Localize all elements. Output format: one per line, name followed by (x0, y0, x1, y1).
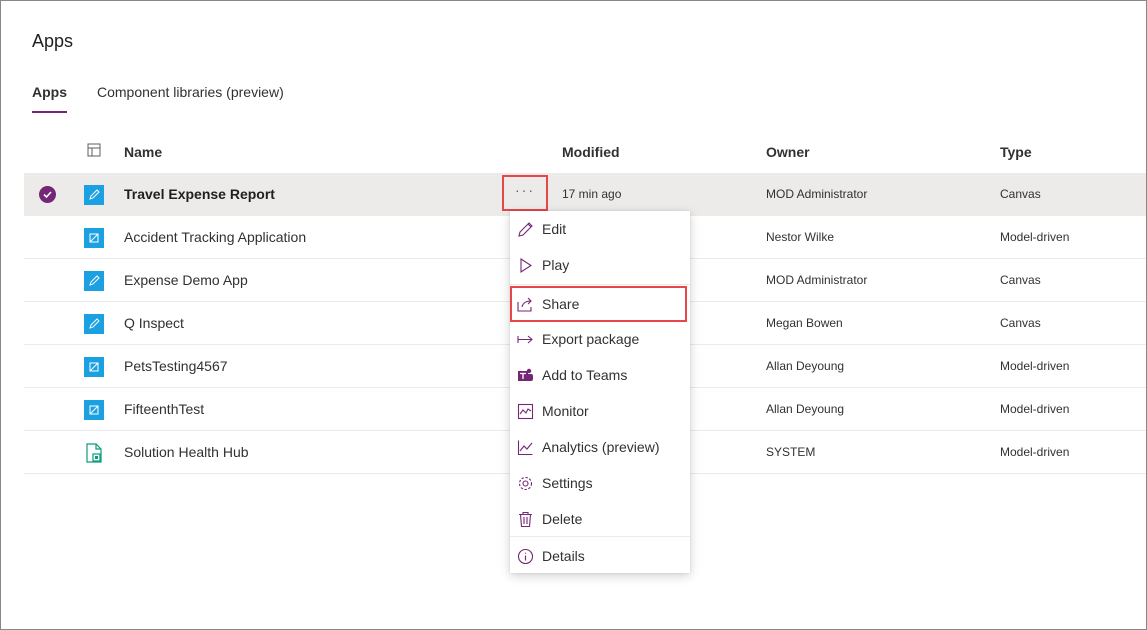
menu-item-details[interactable]: Details (510, 538, 690, 574)
app-name[interactable]: Solution Health Hub (124, 431, 249, 474)
export-icon (517, 331, 534, 348)
gear-icon (517, 475, 534, 492)
menu-item-add-to-teams[interactable]: Add to Teams (510, 357, 690, 393)
menu-item-settings[interactable]: Settings (510, 465, 690, 501)
menu-divider (510, 284, 690, 285)
table-row[interactable]: Travel Expense Report ··· 17 min ago MOD… (24, 173, 1146, 216)
app-name[interactable]: FifteenthTest (124, 388, 204, 431)
menu-item-share[interactable]: Share (510, 286, 687, 322)
menu-item-play[interactable]: Play (510, 247, 690, 283)
menu-item-label: Monitor (542, 403, 589, 419)
menu-item-export-package[interactable]: Export package (510, 321, 690, 357)
app-name[interactable]: Accident Tracking Application (124, 216, 306, 259)
play-icon (517, 257, 534, 274)
canvas-app-icon (84, 314, 104, 334)
menu-item-label: Settings (542, 475, 593, 491)
app-owner: Megan Bowen (766, 316, 843, 330)
selected-check-icon[interactable] (39, 186, 56, 203)
app-owner: MOD Administrator (766, 273, 868, 287)
file-type-icon[interactable] (87, 143, 101, 157)
app-owner: Nestor Wilke (766, 230, 835, 244)
app-type: Canvas (1000, 187, 1041, 201)
menu-item-monitor[interactable]: Monitor (510, 393, 690, 429)
info-icon (517, 548, 534, 565)
model-driven-app-icon (84, 357, 104, 377)
tab-component-libraries[interactable]: Component libraries (preview) (97, 84, 284, 114)
tab-apps[interactable]: Apps (32, 84, 67, 114)
menu-item-edit[interactable]: Edit (510, 211, 690, 247)
app-modified: 17 min ago (562, 187, 622, 201)
menu-divider (510, 536, 690, 537)
menu-item-label: Play (542, 257, 570, 273)
model-driven-app-icon (84, 228, 104, 248)
more-options-button[interactable]: ··· (502, 175, 548, 211)
app-type: Model-driven (1000, 359, 1070, 373)
monitor-icon (517, 403, 534, 420)
menu-item-label: Edit (542, 221, 567, 237)
menu-item-label: Details (542, 548, 585, 564)
column-header-name[interactable]: Name (124, 144, 162, 160)
app-type: Model-driven (1000, 445, 1070, 459)
app-context-menu: Edit Play Share Export package Add to Te… (510, 211, 690, 573)
app-name[interactable]: PetsTesting4567 (124, 345, 228, 388)
app-name[interactable]: Q Inspect (124, 302, 184, 345)
table-header: Name Modified Owner Type (24, 130, 1146, 173)
menu-item-label: Analytics (preview) (542, 439, 660, 455)
share-icon (517, 296, 534, 313)
solution-app-icon (84, 443, 104, 463)
canvas-app-icon (84, 185, 104, 205)
menu-item-analytics[interactable]: Analytics (preview) (510, 429, 690, 465)
app-type: Canvas (1000, 273, 1041, 287)
app-owner: SYSTEM (766, 445, 816, 459)
app-owner: Allan Deyoung (766, 402, 845, 416)
analytics-icon (517, 439, 534, 456)
model-driven-app-icon (84, 400, 104, 420)
app-name[interactable]: Travel Expense Report (124, 173, 275, 216)
menu-item-label: Add to Teams (542, 367, 628, 383)
app-type: Canvas (1000, 316, 1041, 330)
app-type: Model-driven (1000, 402, 1070, 416)
menu-item-label: Export package (542, 331, 640, 347)
menu-item-label: Delete (542, 511, 583, 527)
app-owner: MOD Administrator (766, 187, 868, 201)
app-name[interactable]: Expense Demo App (124, 259, 248, 302)
canvas-app-icon (84, 271, 104, 291)
menu-item-label: Share (542, 296, 580, 312)
page-title: Apps (32, 31, 74, 51)
column-header-type[interactable]: Type (1000, 144, 1032, 160)
trash-icon (517, 511, 534, 528)
teams-icon (517, 367, 534, 384)
column-header-owner[interactable]: Owner (766, 144, 810, 160)
column-header-modified[interactable]: Modified (562, 144, 620, 160)
pencil-icon (517, 221, 534, 238)
app-type: Model-driven (1000, 230, 1070, 244)
menu-item-delete[interactable]: Delete (510, 501, 690, 537)
app-owner: Allan Deyoung (766, 359, 845, 373)
